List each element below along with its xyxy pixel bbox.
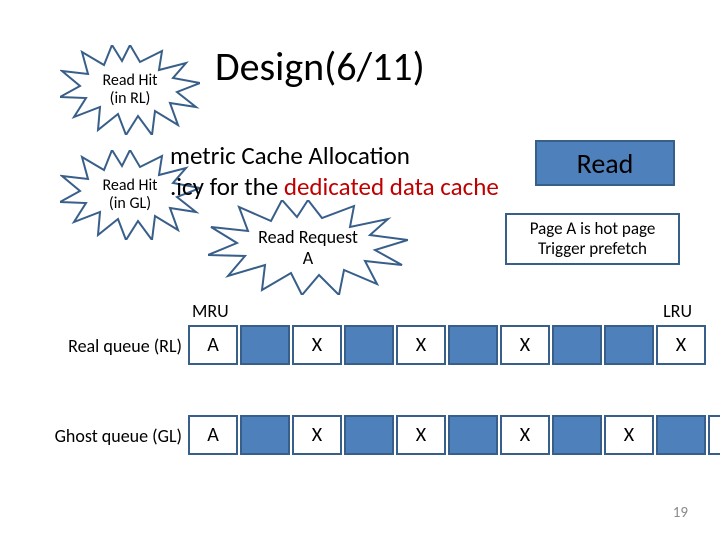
queue-cell: X bbox=[292, 325, 342, 365]
queue-cell: X bbox=[656, 325, 706, 365]
read-box: Read bbox=[535, 140, 675, 186]
ghost-queue-label: Ghost queue (GL) bbox=[22, 425, 182, 447]
queue-cell bbox=[240, 415, 290, 455]
lru-label: LRU bbox=[663, 300, 692, 322]
queue-cell bbox=[604, 325, 654, 365]
mru-label: MRU bbox=[192, 300, 229, 322]
ghost-queue: AXXXXX bbox=[188, 415, 720, 455]
note-box: Page A is hot page Trigger prefetch bbox=[505, 213, 680, 265]
queue-cell bbox=[448, 415, 498, 455]
queue-cell: A bbox=[188, 415, 238, 455]
heading-line2b: dedicated data cache bbox=[284, 171, 499, 202]
queue-cell: X bbox=[604, 415, 654, 455]
queue-cell bbox=[448, 325, 498, 365]
starburst-req-line2: A bbox=[258, 248, 358, 269]
queue-cell bbox=[656, 415, 706, 455]
queue-cell: X bbox=[500, 415, 550, 455]
queue-cell bbox=[344, 415, 394, 455]
real-queue-label: Real queue (RL) bbox=[42, 335, 182, 357]
starburst-read-hit-rl: Read Hit (in RL) bbox=[60, 45, 200, 135]
queue-cell: X bbox=[396, 325, 446, 365]
starburst-read-request: Read Request A bbox=[208, 200, 408, 295]
page-title: Design(6/11) bbox=[215, 42, 425, 91]
note-line1: Page A is hot page bbox=[530, 219, 656, 239]
starburst-rl-line2: (in RL) bbox=[102, 90, 157, 108]
queue-cell bbox=[344, 325, 394, 365]
page-number: 19 bbox=[673, 504, 688, 522]
starburst-rl-line1: Read Hit bbox=[102, 72, 157, 90]
queue-cell: X bbox=[500, 325, 550, 365]
real-queue: AXXXX bbox=[188, 325, 706, 365]
starburst-gl-line2: (in GL) bbox=[102, 195, 157, 213]
queue-cell: A bbox=[188, 325, 238, 365]
queue-cell: X bbox=[292, 415, 342, 455]
queue-cell bbox=[552, 325, 602, 365]
heading-line2a: .icy for the bbox=[170, 171, 284, 202]
queue-cell: X bbox=[708, 415, 720, 455]
heading-line1: metric Cache Allocation bbox=[170, 140, 410, 171]
queue-cell bbox=[240, 325, 290, 365]
section-heading: metric Cache Allocation .icy for the ded… bbox=[170, 140, 499, 203]
queue-cell bbox=[552, 415, 602, 455]
queue-cell: X bbox=[396, 415, 446, 455]
starburst-req-line1: Read Request bbox=[258, 227, 358, 248]
note-line2: Trigger prefetch bbox=[530, 239, 656, 259]
starburst-gl-line1: Read Hit bbox=[102, 177, 157, 195]
